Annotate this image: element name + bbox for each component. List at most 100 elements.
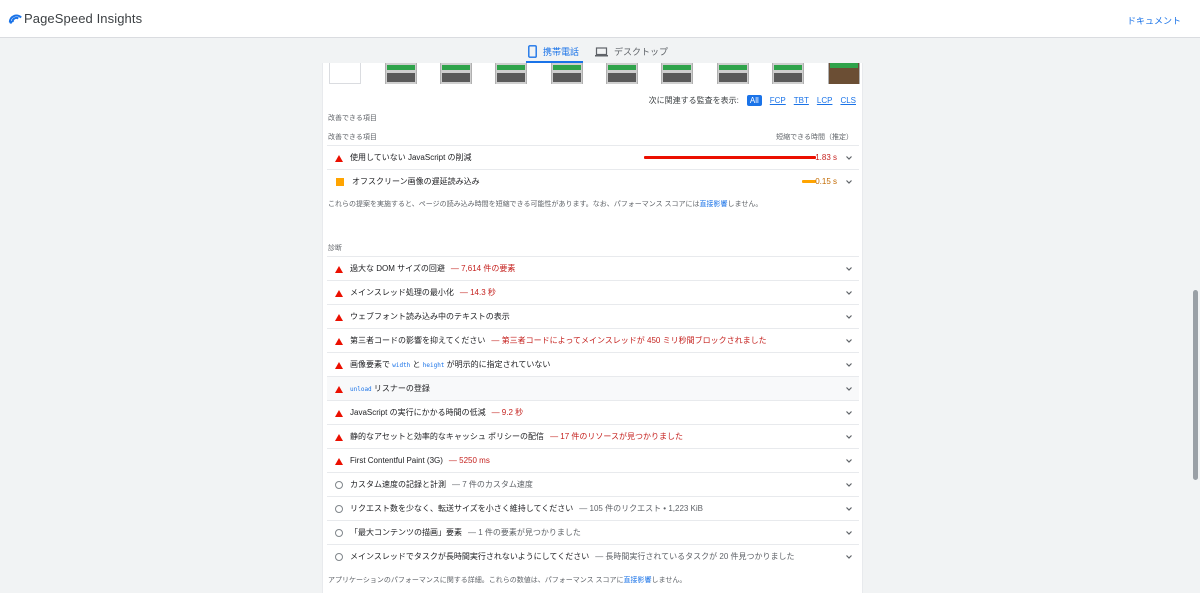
diagnostic-row[interactable]: 「最大コンテンツの描画」要素 — 1 件の要素が見つかりました (327, 520, 859, 544)
pagespeed-logo-icon (8, 14, 22, 24)
tab-desktop-label: デスクトップ (614, 47, 669, 57)
diagnostic-detail: — 17 件のリソースが見つかりました (550, 432, 684, 441)
filmstrip-frame (440, 63, 472, 84)
direct-impact-link[interactable]: 直接影響 (700, 201, 728, 208)
diagnostic-row[interactable]: リクエスト数を少なく、転送サイズを小さく維持してください — 105 件のリクエス… (327, 496, 859, 520)
diagnostic-detail: — 7,614 件の要素 (450, 264, 516, 273)
brand-title: PageSpeed Insights (24, 11, 143, 26)
diagnostic-title: 第三者コードの影響を抑えてください (350, 336, 486, 345)
opportunities-note-text: これらの提案を実施すると、ページの読み込み時間を短縮できる可能性があります。なお… (328, 201, 700, 208)
diagnostic-row[interactable]: JavaScript の実行にかかる時間の低減 — 9.2 秒 (327, 400, 859, 424)
diagnostic-row[interactable]: unload リスナーの登録 (327, 376, 859, 400)
diagnostics-section-label: 診断 (328, 245, 342, 252)
diagnostic-row[interactable]: メインスレッド処理の最小化 — 14.3 秒 (327, 280, 859, 304)
filmstrip (323, 63, 864, 85)
report-card: 次に関連する監査を表示: All FCP TBT LCP CLS 改善できる項目… (322, 63, 863, 593)
diagnostic-title: メインスレッド処理の最小化 (350, 288, 454, 297)
direct-impact-link[interactable]: 直接影響 (624, 577, 652, 584)
code-token: height (422, 362, 445, 369)
diagnostic-detail: — 14.3 秒 (459, 288, 496, 297)
chevron-down-icon[interactable] (844, 504, 854, 514)
device-tabs: 携帯電話 デスクトップ (0, 38, 1200, 62)
diagnostic-title: 画像要素で width と height が明示的に指定されていない (350, 359, 550, 370)
chevron-down-icon[interactable] (844, 360, 854, 370)
diagnostic-title-text: と (410, 360, 423, 369)
scrollbar-thumb[interactable] (1193, 290, 1198, 480)
chevron-down-icon[interactable] (844, 384, 854, 394)
diagnostic-title: ウェブフォント読み込み中のテキストの表示 (350, 312, 510, 321)
chevron-down-icon[interactable] (844, 177, 854, 187)
opportunities-column-label: 改善できる項目 (328, 134, 377, 141)
diagnostic-row[interactable]: 過大な DOM サイズの回避 — 7,614 件の要素 (327, 256, 859, 280)
diagnostic-title-text: が明示的に指定されていない (444, 360, 551, 369)
opportunity-row[interactable]: オフスクリーン画像の遅延読み込み 0.15 s (327, 169, 859, 193)
tab-desktop[interactable]: デスクトップ (595, 45, 668, 58)
opportunity-title: オフスクリーン画像の遅延読み込み (352, 177, 480, 186)
diagnostic-row[interactable]: First Contentful Paint (3G) — 5250 ms (327, 448, 859, 472)
diagnostic-title: 「最大コンテンツの描画」要素 (350, 528, 462, 537)
info-circle-icon (335, 528, 343, 537)
code-token: width (392, 362, 411, 369)
opportunities-section-label: 改善できる項目 (328, 115, 377, 122)
diagnostic-title: 静的なアセットと効率的なキャッシュ ポリシーの配信 (350, 432, 545, 441)
diagnostic-row[interactable]: 静的なアセットと効率的なキャッシュ ポリシーの配信 — 17 件のリソースが見つか… (327, 424, 859, 448)
info-circle-icon (335, 552, 343, 561)
filter-chip-cls[interactable]: CLS (840, 96, 856, 105)
diagnostic-title-text: リスナーの登録 (371, 384, 430, 393)
average-square-icon (336, 177, 344, 186)
diagnostic-detail: — 9.2 秒 (491, 408, 524, 417)
diagnostic-row[interactable]: ウェブフォント読み込み中のテキストの表示 (327, 304, 859, 328)
diagnostic-title: 過大な DOM サイズの回避 (350, 264, 445, 273)
filmstrip-frame (495, 63, 527, 84)
fail-triangle-icon (335, 385, 343, 393)
filter-chip-lcp[interactable]: LCP (817, 96, 833, 105)
filmstrip-frame (606, 63, 638, 84)
fail-triangle-icon (335, 409, 343, 417)
chevron-down-icon[interactable] (844, 432, 854, 442)
filmstrip-frame (385, 63, 417, 84)
info-circle-icon (335, 480, 343, 489)
opportunities-note-suffix: しません。 (727, 201, 763, 208)
filmstrip-frame (551, 63, 583, 84)
filter-chip-fcp[interactable]: FCP (770, 96, 786, 105)
chevron-down-icon[interactable] (844, 480, 854, 490)
chevron-down-icon[interactable] (844, 552, 854, 562)
diagnostic-row[interactable]: メインスレッドでタスクが長時間実行されないようにしてください — 長時間実行されて… (327, 544, 859, 568)
filmstrip-frame (828, 63, 860, 84)
chevron-down-icon[interactable] (844, 264, 854, 274)
filmstrip-frame (772, 63, 804, 84)
savings-bar (802, 180, 816, 183)
filmstrip-frame (717, 63, 749, 84)
diagnostic-title: メインスレッドでタスクが長時間実行されないようにしてください (350, 552, 590, 561)
savings-value: 0.15 s (815, 177, 837, 186)
phone-icon (528, 45, 537, 58)
fail-triangle-icon (335, 457, 343, 465)
estimated-savings-label: 短縮できる時間（推定） (776, 134, 853, 141)
diagnostics-note: アプリケーションのパフォーマンスに関する詳細。これらの数値は、パフォーマンス ス… (328, 575, 686, 585)
diagnostic-detail: — 1 件の要素が見つかりました (468, 528, 581, 537)
filter-chip-tbt[interactable]: TBT (794, 96, 809, 105)
laptop-icon (595, 46, 608, 56)
diagnostic-title-text: 画像要素で (350, 360, 393, 369)
chevron-down-icon[interactable] (844, 408, 854, 418)
diagnostic-title: カスタム速度の記録と計測 (350, 480, 446, 489)
chevron-down-icon[interactable] (844, 528, 854, 538)
chevron-down-icon[interactable] (844, 312, 854, 322)
diagnostic-row[interactable]: カスタム速度の記録と計測 — 7 件のカスタム速度 (327, 472, 859, 496)
chevron-down-icon[interactable] (844, 153, 854, 163)
opportunity-row[interactable]: 使用していない JavaScript の削減 1.83 s (327, 145, 859, 169)
chevron-down-icon[interactable] (844, 456, 854, 466)
diagnostic-row[interactable]: 第三者コードの影響を抑えてください — 第三者コードによってメインスレッドが 45… (327, 328, 859, 352)
tab-mobile[interactable]: 携帯電話 (528, 45, 579, 58)
diagnostic-row[interactable]: 画像要素で width と height が明示的に指定されていない (327, 352, 859, 376)
chevron-down-icon[interactable] (844, 288, 854, 298)
chevron-down-icon[interactable] (844, 336, 854, 346)
documentation-link[interactable]: ドキュメント (1127, 14, 1181, 27)
opportunities-note: これらの提案を実施すると、ページの読み込み時間を短縮できる可能性があります。なお… (328, 199, 762, 209)
diagnostic-title: unload リスナーの登録 (350, 383, 430, 394)
savings-value: 1.83 s (815, 153, 837, 162)
filter-chip-all[interactable]: All (746, 95, 762, 106)
diagnostics-note-suffix: しません。 (651, 577, 687, 584)
fail-triangle-icon (335, 265, 343, 273)
filmstrip-frame (661, 63, 693, 84)
